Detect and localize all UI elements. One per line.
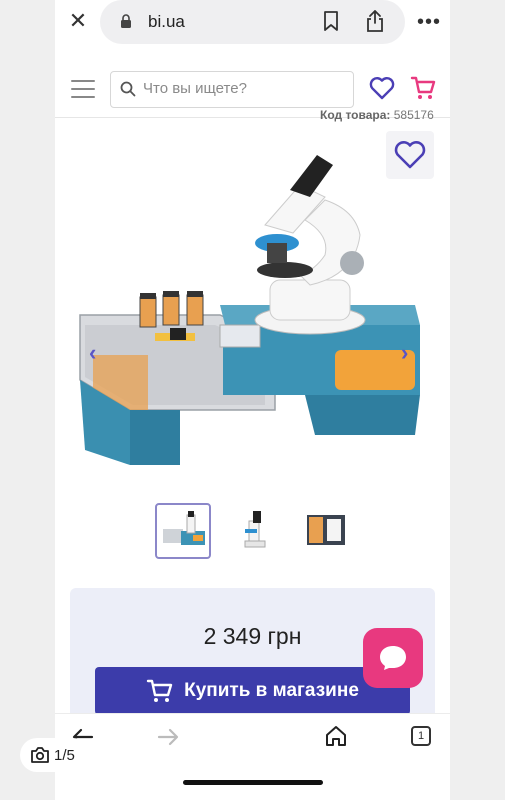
url-text: bi.ua (148, 12, 185, 31)
thumbnail-strip (155, 503, 355, 559)
chat-icon (380, 646, 406, 670)
sku-label: Код товара: (320, 110, 391, 122)
forward-icon[interactable] (157, 728, 179, 746)
photo-counter[interactable]: 1/5 (20, 738, 90, 772)
cart-icon[interactable] (410, 75, 436, 101)
photo-counter-text: 1/5 (54, 746, 75, 764)
lock-icon (121, 14, 131, 28)
menu-icon[interactable] (71, 80, 95, 98)
browser-toolbar: 1 (55, 713, 450, 800)
gallery-next-icon[interactable]: › (401, 340, 408, 366)
left-margin (0, 0, 55, 800)
sku-value: 585176 (393, 110, 434, 122)
sku-line: Код товара: 585176 (320, 110, 450, 122)
microscope-thumb (244, 511, 266, 548)
microscope-set-thumb (163, 511, 205, 545)
site-header (55, 58, 450, 118)
home-indicator (183, 780, 323, 785)
page: ✕ bi.ua ••• Что вы ищете? Код товара: 58… (0, 0, 505, 800)
thumbnail-3[interactable] (299, 503, 355, 559)
more-icon[interactable]: ••• (417, 12, 441, 32)
browser-bar: ✕ bi.ua ••• (55, 0, 450, 50)
product-gallery[interactable]: ‹ › (55, 125, 450, 495)
buy-label: Купить в магазине (184, 680, 359, 701)
close-icon[interactable]: ✕ (65, 8, 91, 34)
product-wishlist-button[interactable] (386, 131, 434, 179)
share-icon[interactable] (365, 10, 385, 32)
gallery-prev-icon[interactable]: ‹ (89, 340, 96, 366)
bookmark-icon[interactable] (323, 11, 339, 31)
right-margin (450, 0, 505, 800)
box-thumb (307, 515, 345, 545)
wishlist-icon[interactable] (369, 76, 395, 100)
chat-button[interactable] (363, 628, 423, 688)
address-bar[interactable]: bi.ua (100, 0, 405, 44)
thumbnail-2[interactable] (227, 503, 283, 559)
product-image (79, 155, 420, 465)
cart-icon (146, 679, 173, 702)
camera-icon (31, 747, 49, 763)
thumbnail-1[interactable] (155, 503, 211, 559)
search-box[interactable] (110, 71, 354, 108)
search-input[interactable] (143, 80, 343, 97)
tabs-button[interactable]: 1 (411, 726, 431, 746)
home-icon[interactable] (325, 725, 347, 747)
heart-icon (394, 141, 426, 169)
search-icon (120, 81, 136, 97)
